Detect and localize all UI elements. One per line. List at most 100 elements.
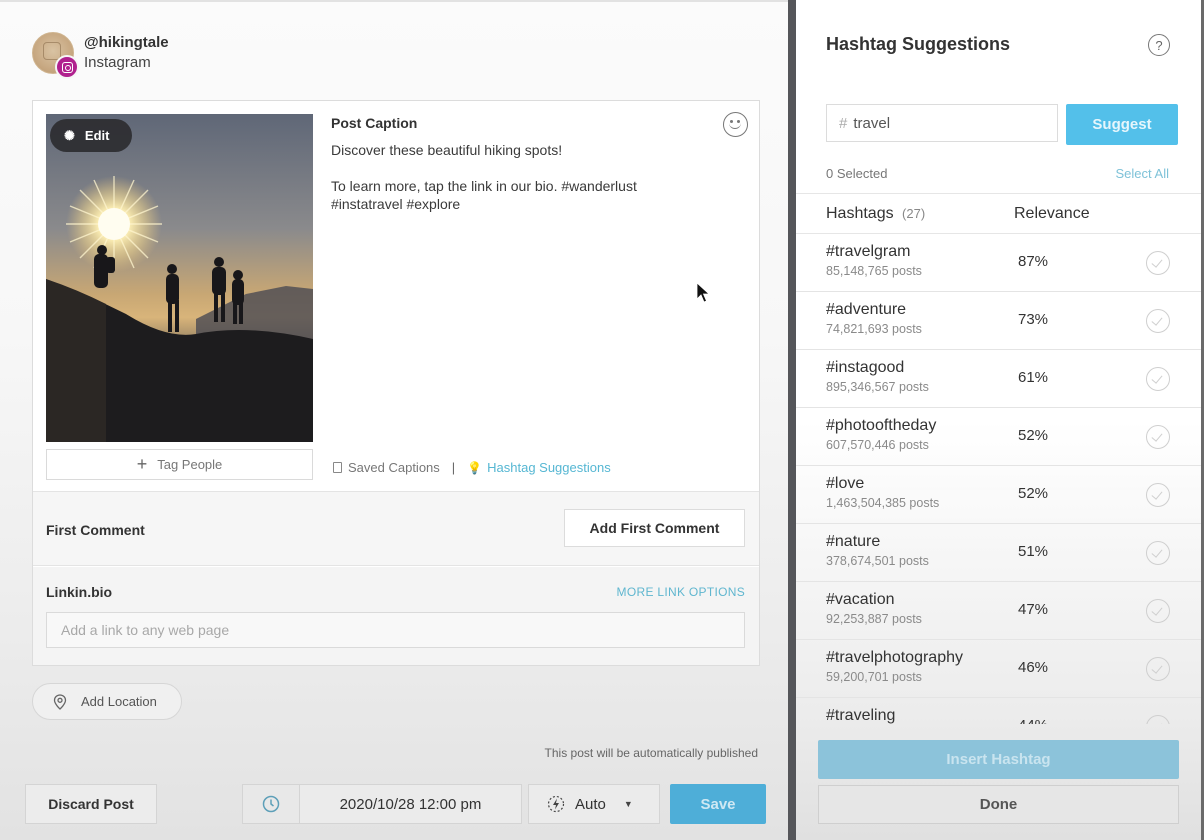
account-header: @hikingtale Instagram <box>32 32 169 79</box>
hashtag-name: #nature <box>826 533 881 550</box>
document-icon <box>333 462 342 473</box>
hashtag-post-count: 59,200,701 posts <box>826 670 922 684</box>
hashtag-post-count: 92,253,887 posts <box>826 612 922 626</box>
hashtag-list[interactable]: #travelgram 85,148,765 posts 87% #adventure… <box>796 234 1201 724</box>
hashtag-row[interactable]: #travelphotography 59,200,701 posts 46% <box>796 640 1201 698</box>
hashtag-row[interactable]: #vacation 92,253,887 posts 47% <box>796 582 1201 640</box>
saved-captions-label: Saved Captions <box>348 460 440 475</box>
select-check-icon[interactable] <box>1146 657 1170 681</box>
add-location-button[interactable]: Add Location <box>32 683 182 720</box>
publish-mode-value: Auto <box>575 795 606 813</box>
caption-tools: Saved Captions | 💡 Hashtag Suggestions <box>333 460 611 475</box>
caption-textarea[interactable]: Discover these beautiful hiking spots! T… <box>331 141 731 213</box>
hashtag-name: #travelphotography <box>826 649 963 666</box>
select-check-icon[interactable] <box>1146 251 1170 275</box>
hashtag-relevance: 87% <box>1018 253 1049 270</box>
hashtag-relevance: 51% <box>1018 543 1049 560</box>
hashtag-post-count: 607,570,446 posts <box>826 438 929 452</box>
hashtag-post-count: 85,148,765 posts <box>826 264 922 278</box>
publish-mode-dropdown[interactable]: Auto ▼ <box>528 784 660 824</box>
help-icon[interactable]: ? <box>1148 34 1170 56</box>
saved-captions-button[interactable]: Saved Captions <box>333 460 440 475</box>
hashtag-suggestions-panel: Hashtag Suggestions ? # Suggest 0 Select… <box>796 0 1204 840</box>
hashtag-row[interactable]: #traveling 44% <box>796 698 1201 724</box>
hashtag-post-count: 378,674,501 posts <box>826 554 929 568</box>
hashtag-relevance: 73% <box>1018 311 1049 328</box>
select-check-icon[interactable] <box>1146 483 1170 507</box>
hashtag-name: #vacation <box>826 591 895 608</box>
tag-people-label: Tag People <box>157 457 223 472</box>
hashtag-row[interactable]: #instagood 895,346,567 posts 61% <box>796 350 1201 408</box>
select-check-icon[interactable] <box>1146 367 1170 391</box>
schedule-datetime[interactable]: 2020/10/28 12:00 pm <box>299 784 522 824</box>
location-pin-icon <box>53 693 67 710</box>
select-all-link[interactable]: Select All <box>1116 166 1169 181</box>
select-check-icon[interactable] <box>1146 599 1170 623</box>
hashtag-search-input[interactable] <box>853 114 1034 132</box>
account-network: Instagram <box>84 54 151 71</box>
add-first-comment-button[interactable]: Add First Comment <box>564 509 745 547</box>
hashtag-search-field[interactable]: # <box>826 104 1058 142</box>
caret-down-icon: ▼ <box>623 799 633 809</box>
link-input[interactable] <box>46 612 745 648</box>
hashtag-row[interactable]: #adventure 74,821,693 posts 73% <box>796 292 1201 350</box>
edit-photo-button[interactable]: ✺ Edit <box>50 119 132 152</box>
hashtag-relevance: 61% <box>1018 369 1049 386</box>
hashtag-relevance: 52% <box>1018 427 1049 444</box>
hashtag-table-header: Hashtags (27) Relevance <box>796 193 1201 234</box>
selected-count: 0 Selected <box>826 166 888 181</box>
lightbulb-icon: 💡 <box>467 460 483 475</box>
avatar <box>32 32 79 79</box>
select-check-icon[interactable] <box>1146 425 1170 449</box>
linkin-bio-section: Linkin.bio MORE LINK OPTIONS <box>33 567 759 665</box>
hashtag-relevance: 46% <box>1018 659 1049 676</box>
hashtag-suggestions-label: Hashtag Suggestions <box>487 460 611 475</box>
select-check-icon[interactable] <box>1146 541 1170 565</box>
mouse-cursor-icon <box>696 282 710 303</box>
plus-icon: + <box>136 454 148 474</box>
suggest-button[interactable]: Suggest <box>1066 104 1178 145</box>
caption-title: Post Caption <box>331 115 418 131</box>
more-link-options-link[interactable]: MORE LINK OPTIONS <box>617 585 745 599</box>
hashtag-total: (27) <box>902 206 926 221</box>
publish-note: This post will be automatically publishe… <box>544 746 758 760</box>
first-comment-label: First Comment <box>46 522 145 538</box>
pane-divider[interactable] <box>788 0 796 840</box>
hashtag-row[interactable]: #nature 378,674,501 posts 51% <box>796 524 1201 582</box>
save-button[interactable]: Save <box>670 784 766 824</box>
select-check-icon[interactable] <box>1146 309 1170 333</box>
add-location-label: Add Location <box>81 694 157 709</box>
post-photo[interactable]: ✺ Edit <box>46 114 313 442</box>
hashtag-row[interactable]: #love 1,463,504,385 posts 52% <box>796 466 1201 524</box>
select-check-icon[interactable] <box>1146 715 1170 724</box>
auto-publish-icon <box>547 795 565 813</box>
tag-people-button[interactable]: + Tag People <box>46 449 313 480</box>
hashtag-suggestions-link[interactable]: 💡 Hashtag Suggestions <box>467 460 611 475</box>
schedule-time-button[interactable] <box>242 784 300 824</box>
hashtag-post-count: 895,346,567 posts <box>826 380 929 394</box>
column-relevance[interactable]: Relevance <box>1014 205 1090 223</box>
done-button[interactable]: Done <box>818 785 1179 824</box>
tools-separator: | <box>451 460 456 475</box>
insert-hashtag-button[interactable]: Insert Hashtag <box>818 740 1179 779</box>
hashtag-post-count: 1,463,504,385 posts <box>826 496 940 510</box>
discard-post-button[interactable]: Discard Post <box>25 784 157 824</box>
hiking-photo <box>46 114 313 442</box>
magic-wand-icon: ✺ <box>64 127 75 143</box>
hashtag-name: #photooftheday <box>826 417 937 434</box>
post-editor: @hikingtale Instagram ✺ Edit + Tag Peopl… <box>0 0 788 840</box>
column-hashtags-label: Hashtags <box>826 205 894 222</box>
hashtag-name: #love <box>826 475 865 492</box>
post-card: ✺ Edit + Tag People Post Caption Discove… <box>32 100 760 666</box>
column-hashtags: Hashtags (27) <box>826 205 925 223</box>
emoji-icon[interactable] <box>723 112 748 137</box>
clock-icon <box>262 795 280 813</box>
hashtag-relevance: 52% <box>1018 485 1049 502</box>
hashtag-name: #travelgram <box>826 243 911 260</box>
hash-icon: # <box>839 114 848 132</box>
hashtag-row[interactable]: #travelgram 85,148,765 posts 87% <box>796 234 1201 292</box>
hashtag-name: #instagood <box>826 359 905 376</box>
hashtag-name: #adventure <box>826 301 907 318</box>
hashtag-row[interactable]: #photooftheday 607,570,446 posts 52% <box>796 408 1201 466</box>
hashtag-list-scrollbar[interactable] <box>1197 234 1201 724</box>
